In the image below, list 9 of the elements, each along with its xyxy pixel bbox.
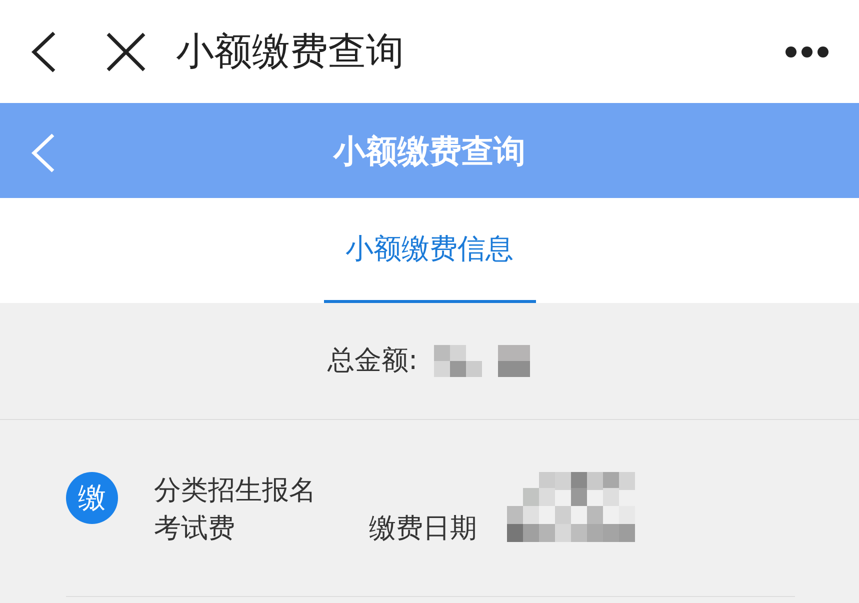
- more-icon[interactable]: [785, 46, 829, 58]
- total-amount-label: 总金额:: [327, 344, 418, 378]
- page-title: 小额缴费查询: [176, 28, 404, 75]
- back-icon[interactable]: [30, 30, 58, 72]
- payment-badge: 缴: [66, 472, 118, 524]
- close-icon[interactable]: [106, 32, 146, 72]
- header-title: 小额缴费查询: [334, 130, 526, 172]
- payment-name: 分类招生报名考试费: [154, 474, 317, 546]
- payment-date-label: 缴费日期: [369, 512, 477, 546]
